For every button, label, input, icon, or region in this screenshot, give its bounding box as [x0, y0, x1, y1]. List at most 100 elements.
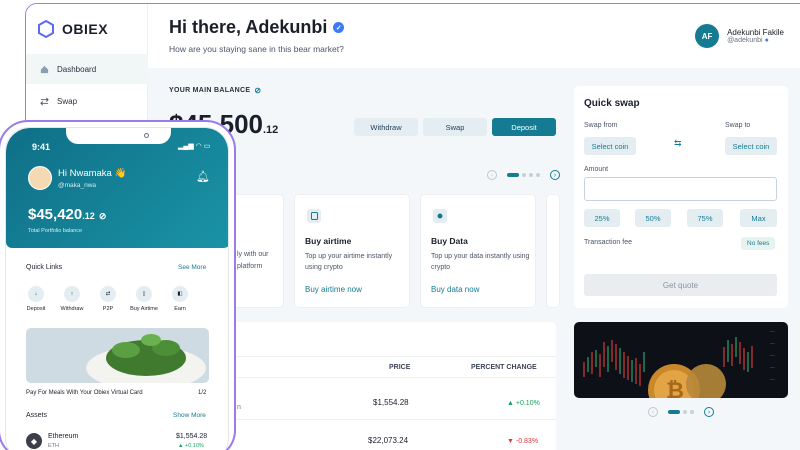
swap-from-label: Swap from: [584, 122, 618, 129]
home-icon: [40, 65, 49, 73]
phone-screen: 9:41 ▂▄▆ ◠ ▭ Hi Nwamaka 👋 @maka_nwa 🔔︎ $…: [5, 127, 229, 450]
carousel-prev-icon[interactable]: ‹: [648, 407, 658, 417]
avatar[interactable]: [28, 166, 52, 190]
see-more-link[interactable]: See More: [178, 264, 206, 271]
logo[interactable]: OBIEX: [38, 20, 108, 38]
page-title: Hi there, Adekunbi ✓: [169, 17, 345, 38]
phone-notch: [66, 128, 171, 144]
balance-label: YOUR MAIN BALANCE ⊘: [169, 86, 262, 95]
row-label-fragment: n: [237, 404, 241, 411]
swap-from-select[interactable]: Select coin: [584, 137, 636, 155]
asset-row[interactable]: ◆ Ethereum ETH $1,554.28 ▲ +0.10%: [26, 431, 211, 450]
carousel-dot[interactable]: [507, 173, 519, 177]
p2p-icon: ⇄: [100, 286, 116, 302]
promo-card-next[interactable]: [546, 194, 560, 308]
promo-title: Buy Data: [431, 236, 468, 246]
eye-slash-icon[interactable]: ⊘: [254, 86, 261, 95]
promo-card-data[interactable]: Buy Data Top up your data instantly usin…: [420, 194, 536, 308]
asset-change: ▲ +0.10%: [178, 443, 204, 449]
assets-title: Assets: [26, 412, 48, 419]
withdraw-button[interactable]: Withdraw: [354, 118, 418, 136]
row-change: ▼ -0.83%: [507, 438, 539, 445]
column-header-change[interactable]: PERCENT CHANGE: [471, 364, 537, 371]
amount-label: Amount: [584, 166, 609, 173]
quick-link-earn[interactable]: ◧ Earn: [164, 286, 196, 312]
carousel-dot[interactable]: [690, 410, 694, 414]
carousel-controls: ‹ ›: [487, 170, 560, 180]
buy-airtime-link[interactable]: Buy airtime now: [305, 285, 362, 294]
sidebar-item-swap[interactable]: Swap: [26, 86, 148, 116]
carousel-dot[interactable]: [683, 410, 687, 414]
svg-text:——: ——: [769, 330, 775, 334]
buy-data-link[interactable]: Buy data now: [431, 285, 479, 294]
page-subtitle: How are you staying sane in this bear ma…: [169, 44, 344, 54]
quick-links-title: Quick Links: [26, 264, 63, 271]
sidebar-item-dashboard[interactable]: Dashboard: [26, 54, 148, 84]
withdraw-icon: ↑: [64, 286, 80, 302]
sidebar-item-label: Swap: [57, 96, 78, 106]
quick-links-row: ↓ Deposit ↑ Withdraw ⇄ P2P ▯ Buy Airtime ◧ Ea…: [20, 286, 196, 312]
promo-desc: Top up your airtime instantly using cryp…: [305, 253, 393, 271]
row-price: $22,073.24: [368, 436, 409, 445]
quick-link-withdraw[interactable]: ↑ Withdraw: [56, 286, 88, 312]
banner-page-indicator: 1/2: [198, 390, 207, 396]
pct-75-button[interactable]: 75%: [687, 209, 723, 227]
carousel-dot[interactable]: [522, 173, 526, 177]
swap-to-select[interactable]: Select coin: [725, 137, 777, 155]
swap-button[interactable]: Swap: [423, 118, 487, 136]
user-name: Adekunbi Fakile: [727, 28, 784, 37]
pct-50-button[interactable]: 50%: [635, 209, 671, 227]
phone-balance-label: Total Portfolio balance: [28, 228, 83, 234]
phone-handle: @maka_nwa: [58, 182, 97, 189]
amount-input[interactable]: [584, 177, 777, 201]
fee-badge: No fees: [741, 237, 776, 250]
fee-label: Transaction fee: [584, 239, 632, 246]
carousel-next-icon[interactable]: ›: [704, 407, 714, 417]
swap-direction-icon[interactable]: ⇆: [674, 138, 682, 149]
phone-greeting: Hi Nwamaka 👋: [58, 168, 127, 179]
status-time: 9:41: [32, 142, 51, 152]
pct-25-button[interactable]: 25%: [584, 209, 620, 227]
avatar: AF: [695, 24, 720, 48]
user-profile[interactable]: AF Adekunbi Fakile @adekunbi ●: [695, 24, 784, 48]
asset-price: $1,554.28: [176, 433, 208, 440]
asset-name: Ethereum: [48, 433, 79, 440]
bell-icon[interactable]: 🔔︎: [196, 170, 210, 183]
svg-text:——: ——: [769, 354, 775, 358]
user-handle: @adekunbi ●: [727, 37, 769, 44]
promo-desc: ly with our: [237, 251, 269, 258]
deposit-button[interactable]: Deposit: [492, 118, 556, 136]
verified-icon: ✓: [333, 22, 345, 33]
swap-icon: [40, 97, 49, 105]
eye-slash-icon[interactable]: ⊘: [99, 211, 107, 221]
earn-icon: ◧: [172, 286, 188, 302]
wifi-data-icon: [433, 209, 447, 223]
deposit-icon: ↓: [28, 286, 44, 302]
svg-text:——: ——: [769, 378, 775, 382]
pct-max-button[interactable]: Max: [740, 209, 777, 227]
svg-text:₿: ₿: [666, 378, 684, 398]
asset-symbol: ETH: [48, 443, 59, 449]
sim-card-icon: [307, 209, 321, 223]
promo-desc: Top up your data instantly using crypto: [431, 253, 530, 271]
quick-link-deposit[interactable]: ↓ Deposit: [20, 286, 52, 312]
verified-icon: ●: [764, 37, 769, 44]
brand-name: OBIEX: [62, 21, 109, 37]
banner-caption: Pay For Meals With Your Obiex Virtual Ca…: [26, 390, 143, 396]
show-more-link[interactable]: Show More: [173, 412, 206, 419]
hexagon-logo-icon: [38, 20, 54, 38]
promo-banner-image[interactable]: [26, 328, 209, 383]
carousel-next-icon[interactable]: ›: [550, 170, 560, 180]
carousel-dot[interactable]: [668, 410, 680, 414]
carousel-dot[interactable]: [536, 173, 540, 177]
airtime-icon: ▯: [136, 286, 152, 302]
carousel-prev-icon[interactable]: ‹: [487, 170, 497, 180]
crypto-chart-image: ₿ —— —— —— —— ——: [574, 322, 788, 398]
promo-card-airtime[interactable]: Buy airtime Top up your airtime instantl…: [294, 194, 410, 308]
quick-swap-panel: Quick swap Swap from Swap to Select coin…: [574, 86, 788, 308]
column-header-price[interactable]: PRICE: [389, 364, 410, 371]
get-quote-button[interactable]: Get quote: [584, 274, 777, 296]
carousel-dot[interactable]: [529, 173, 533, 177]
quick-link-airtime[interactable]: ▯ Buy Airtime: [128, 286, 160, 312]
quick-link-p2p[interactable]: ⇄ P2P: [92, 286, 124, 312]
